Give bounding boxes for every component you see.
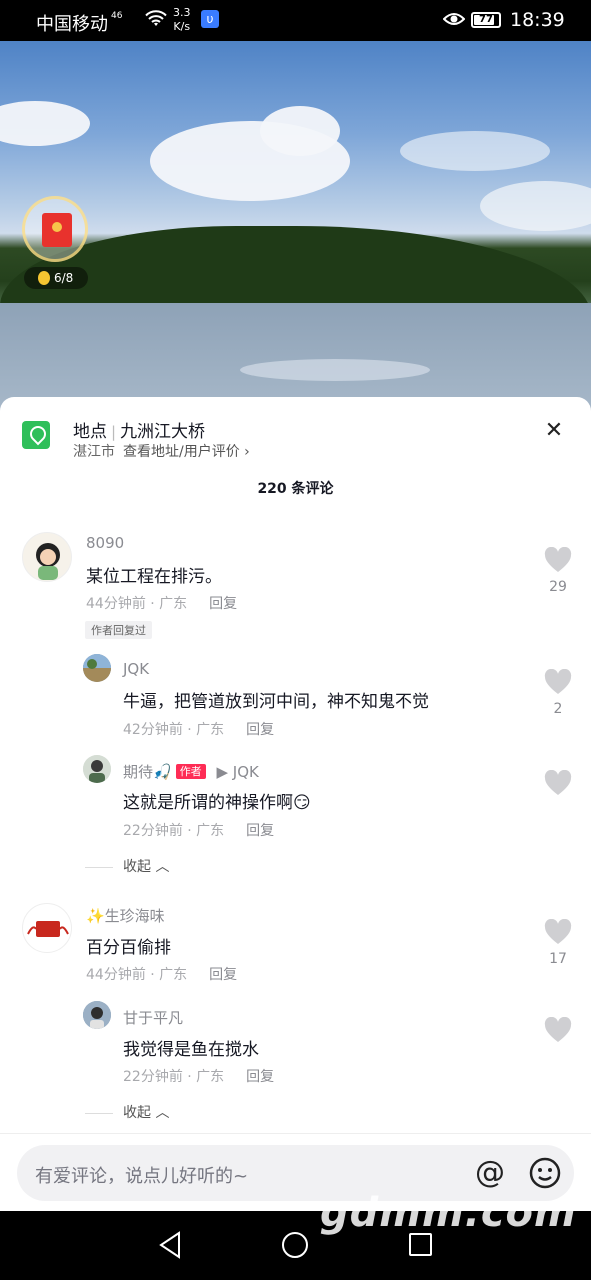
reply-meta: 42分钟前 · 广东 回复 — [123, 722, 275, 738]
author-tag: 作者 — [175, 764, 206, 779]
comment-author[interactable]: 8090 — [86, 534, 124, 552]
heart-icon — [544, 770, 572, 795]
avatar-landscape-icon — [83, 654, 111, 682]
view-address-link[interactable]: 查看地址/用户评价 › — [123, 444, 250, 460]
comment-text[interactable]: 某位工程在排污。 — [86, 562, 222, 587]
back-icon[interactable] — [158, 1231, 182, 1259]
close-icon[interactable]: ✕ — [542, 419, 566, 443]
network-speed: 3.3 K/s — [173, 6, 191, 33]
divider — [85, 1112, 113, 1114]
location-title[interactable]: 地点 | 九洲江大桥 — [73, 417, 205, 442]
gold-egg-icon — [38, 271, 50, 285]
comment-count: 220 条评论 — [257, 481, 334, 497]
reply-text[interactable]: 这就是所谓的神操作啊😏 — [123, 788, 311, 813]
clock: 18:39 — [510, 9, 565, 31]
reply-meta: 22分钟前 · 广东 回复 — [123, 823, 275, 839]
like-button[interactable] — [543, 1017, 573, 1043]
location-subtitle[interactable]: 湛江市 查看地址/用户评价 › — [73, 441, 250, 461]
comment-meta: 44分钟前 · 广东 回复 — [86, 967, 238, 983]
collapse-replies-button[interactable]: 收起 ︿ — [85, 856, 169, 876]
avatar-person-icon — [83, 1001, 111, 1029]
battery-level: 77 — [479, 14, 493, 25]
like-count: 29 — [549, 579, 567, 595]
reply-meta: 22分钟前 · 广东 回复 — [123, 1069, 275, 1085]
avatar[interactable] — [83, 1001, 111, 1029]
cloud — [0, 101, 90, 146]
recent-apps-icon[interactable] — [409, 1233, 432, 1256]
battery-icon: 77 — [471, 12, 501, 28]
carrier-name: 中国移动 — [36, 14, 108, 35]
reply-button[interactable]: 回复 — [209, 967, 237, 983]
avatar[interactable] — [83, 654, 111, 682]
home-icon[interactable] — [282, 1232, 308, 1258]
eye-icon — [443, 13, 465, 25]
reply-author[interactable]: 期待🎣 作者 ▶ JQK — [123, 761, 259, 782]
heart-icon — [544, 669, 572, 694]
wifi-icon — [145, 10, 167, 26]
reply-button[interactable]: 回复 — [209, 596, 237, 612]
comment-author[interactable]: ✨生珍海味 — [86, 905, 165, 926]
river — [0, 303, 591, 411]
emoji-icon[interactable] — [529, 1157, 561, 1189]
avatar[interactable] — [83, 755, 111, 783]
location-pin-icon — [22, 421, 50, 449]
like-button[interactable]: 29 — [543, 547, 573, 595]
avatar-person-icon — [83, 755, 111, 783]
comment-meta: 44分钟前 · 广东 回复 — [86, 596, 238, 612]
heart-icon — [544, 1017, 572, 1042]
water-ripple — [240, 359, 430, 381]
avatar[interactable] — [22, 903, 72, 953]
divider — [85, 866, 113, 868]
cloud — [260, 106, 340, 156]
network-type: 46 — [111, 11, 123, 21]
red-envelope-icon[interactable] — [22, 196, 88, 262]
like-button[interactable]: 2 — [543, 669, 573, 717]
like-count: 2 — [553, 701, 563, 717]
reply-button[interactable]: 回复 — [246, 722, 274, 738]
avatar-seafood-logo-icon — [26, 907, 70, 951]
watermark: gdmm.com — [320, 1190, 577, 1236]
avatar[interactable] — [22, 532, 72, 582]
reply-author[interactable]: 甘于平凡 — [123, 1007, 183, 1028]
coin-progress[interactable]: 6/8 — [24, 267, 88, 289]
like-button[interactable]: 17 — [543, 919, 573, 967]
like-count: 17 — [549, 951, 567, 967]
heart-icon — [544, 547, 572, 572]
status-bar: 中国移动 46 3.3 K/s υ 77 18:39 — [0, 0, 591, 41]
reply-author[interactable]: JQK — [123, 660, 149, 678]
cloud — [480, 181, 591, 231]
comment-input-placeholder: 有爱评论，说点儿好听的~ — [35, 1166, 249, 1187]
author-replied-badge: 作者回复过 — [85, 621, 152, 639]
reply-text[interactable]: 我觉得是鱼在搅水 — [123, 1035, 259, 1060]
app-notification-icon: υ — [201, 10, 219, 28]
video-player[interactable]: 6/8 — [0, 41, 591, 411]
heart-icon — [544, 919, 572, 944]
collapse-replies-button[interactable]: 收起 ︿ — [85, 1102, 169, 1122]
reply-button[interactable]: 回复 — [246, 1069, 274, 1085]
reply-to-target[interactable]: ▶ JQK — [216, 763, 258, 781]
reply-button[interactable]: 回复 — [246, 823, 274, 839]
like-button[interactable] — [543, 770, 573, 796]
avatar-girl-icon — [36, 543, 60, 580]
cloud — [400, 131, 550, 171]
reply-text[interactable]: 牛逼，把管道放到河中间，神不知鬼不觉 — [123, 687, 429, 712]
comment-sheet: 地点 | 九洲江大桥 湛江市 查看地址/用户评价 › ✕ 220 条评论 8090 某… — [0, 397, 591, 1211]
comment-text[interactable]: 百分百偷排 — [86, 933, 171, 958]
mention-icon[interactable]: @ — [475, 1155, 505, 1190]
